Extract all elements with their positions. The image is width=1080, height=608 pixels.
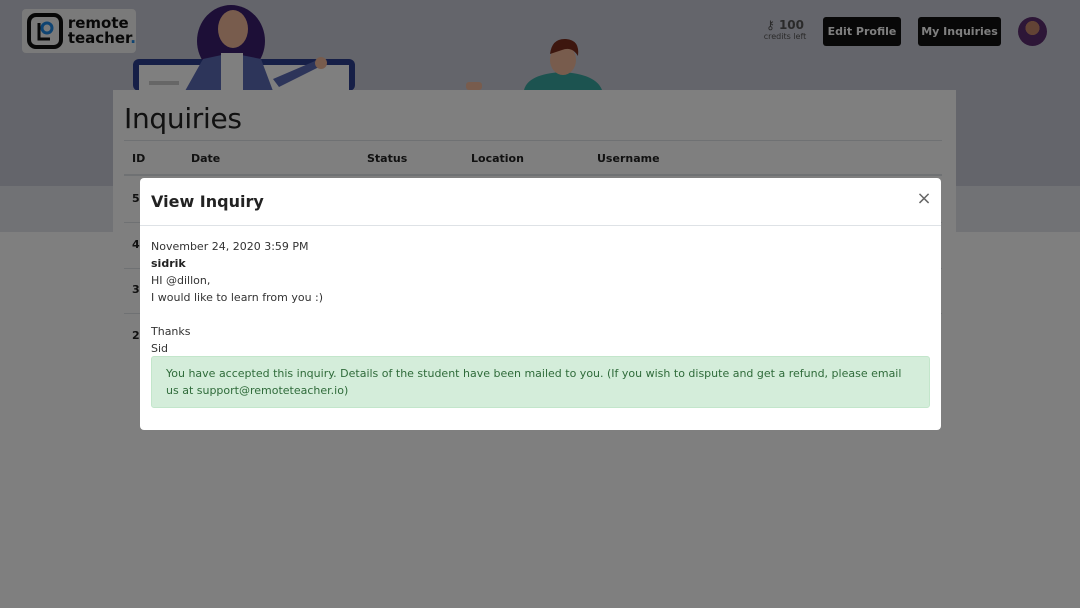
accepted-alert: You have accepted this inquiry. Details … xyxy=(151,356,930,408)
modal-title: View Inquiry xyxy=(151,192,264,211)
view-inquiry-modal: View Inquiry × November 24, 2020 3:59 PM… xyxy=(140,178,941,430)
message-line: I would like to learn from you :) xyxy=(151,291,324,304)
message-line: HI @dillon, xyxy=(151,274,211,287)
inquiry-date: November 24, 2020 3:59 PM xyxy=(151,240,309,253)
message-line: Thanks xyxy=(151,325,191,338)
message-line: Sid xyxy=(151,342,169,355)
modal-header: View Inquiry × xyxy=(140,178,941,226)
inquiry-sender: sidrik xyxy=(151,257,186,270)
close-icon[interactable]: × xyxy=(915,188,933,210)
inquiry-message: November 24, 2020 3:59 PM sidrik HI @dil… xyxy=(151,238,931,357)
